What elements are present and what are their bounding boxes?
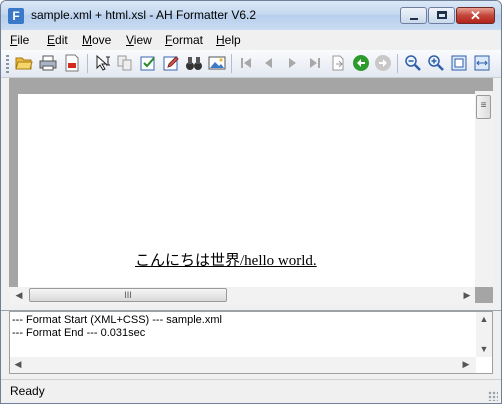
next-page-icon[interactable] bbox=[283, 54, 301, 72]
first-page-icon[interactable] bbox=[237, 54, 255, 72]
resize-grip-icon[interactable] bbox=[488, 391, 498, 401]
zoom-out-icon[interactable] bbox=[404, 54, 422, 72]
horizontal-scrollbar[interactable]: ◀ III ▶ bbox=[9, 287, 475, 304]
toolbar-grip[interactable] bbox=[6, 55, 9, 73]
menu-view[interactable]: View bbox=[126, 33, 152, 47]
status-text: Ready bbox=[10, 384, 45, 398]
menu-help[interactable]: Help bbox=[216, 33, 241, 47]
vertical-scrollbar[interactable]: ≡ bbox=[475, 91, 493, 287]
document-page: こんにちは世界/hello world. bbox=[18, 94, 475, 288]
scroll-left-arrow-icon[interactable]: ◀ bbox=[10, 356, 26, 373]
log-horizontal-scrollbar[interactable]: ◀ ▶ bbox=[10, 357, 476, 373]
gallery-icon[interactable] bbox=[208, 54, 226, 72]
edit-pencil-icon[interactable] bbox=[162, 54, 180, 72]
select-pointer-icon[interactable] bbox=[94, 54, 112, 72]
maximize-button[interactable] bbox=[428, 7, 455, 24]
document-text: こんにちは世界/hello world. bbox=[135, 251, 317, 269]
open-folder-icon[interactable] bbox=[15, 54, 33, 72]
log-panel[interactable]: --- Format Start (XML+CSS) --- sample.xm… bbox=[9, 311, 493, 374]
close-icon: ✕ bbox=[470, 8, 481, 23]
prev-page-icon[interactable] bbox=[260, 54, 278, 72]
menu-file[interactable]: File bbox=[10, 33, 29, 47]
status-bar: Ready bbox=[1, 379, 501, 403]
fit-page-icon[interactable] bbox=[450, 54, 468, 72]
close-button[interactable]: ✕ bbox=[456, 7, 495, 24]
toolbar-separator bbox=[87, 54, 88, 73]
last-page-icon[interactable] bbox=[306, 54, 324, 72]
edit-check-icon[interactable] bbox=[139, 54, 157, 72]
toolbar-separator bbox=[397, 54, 398, 73]
log-line: --- Format Start (XML+CSS) --- sample.xm… bbox=[12, 314, 222, 326]
scroll-up-arrow-icon[interactable]: ▲ bbox=[476, 312, 492, 326]
back-icon[interactable] bbox=[352, 54, 370, 72]
app-window: F sample.xml + html.xsl - AH Formatter V… bbox=[0, 0, 502, 404]
menu-format[interactable]: Format bbox=[165, 33, 203, 47]
toolbar bbox=[1, 50, 501, 78]
toolbar-separator bbox=[231, 54, 232, 73]
go-to-page-icon[interactable] bbox=[329, 54, 347, 72]
window-title: sample.xml + html.xsl - AH Formatter V6.… bbox=[31, 8, 257, 22]
menu-move[interactable]: Move bbox=[82, 33, 111, 47]
menu-edit[interactable]: Edit bbox=[47, 33, 68, 47]
scroll-down-arrow-icon[interactable]: ▼ bbox=[476, 342, 492, 356]
minimize-icon bbox=[410, 18, 418, 20]
log-line: --- Format End --- 0.031sec bbox=[12, 327, 146, 339]
print-icon[interactable] bbox=[39, 54, 57, 72]
scroll-right-arrow-icon[interactable]: ▶ bbox=[458, 356, 474, 373]
zoom-in-icon[interactable] bbox=[427, 54, 445, 72]
menu-bar: File Edit Move View Format Help bbox=[1, 30, 501, 50]
scroll-right-arrow-icon[interactable]: ▶ bbox=[459, 287, 475, 304]
app-icon[interactable]: F bbox=[8, 8, 24, 24]
document-view[interactable]: こんにちは世界/hello world. bbox=[9, 78, 493, 303]
scroll-left-arrow-icon[interactable]: ◀ bbox=[11, 287, 27, 304]
vertical-scroll-thumb[interactable]: ≡ bbox=[476, 95, 491, 119]
log-vertical-scrollbar[interactable]: ▲ ▼ bbox=[476, 312, 492, 357]
forward-icon[interactable] bbox=[374, 54, 392, 72]
title-bar[interactable]: F sample.xml + html.xsl - AH Formatter V… bbox=[1, 1, 501, 30]
copy-icon[interactable] bbox=[116, 54, 134, 72]
find-binoculars-icon[interactable] bbox=[185, 54, 203, 72]
fit-width-icon[interactable] bbox=[473, 54, 491, 72]
maximize-icon bbox=[437, 11, 447, 19]
horizontal-scroll-thumb[interactable]: III bbox=[29, 288, 227, 302]
minimize-button[interactable] bbox=[400, 7, 427, 24]
pdf-icon[interactable] bbox=[63, 54, 81, 72]
